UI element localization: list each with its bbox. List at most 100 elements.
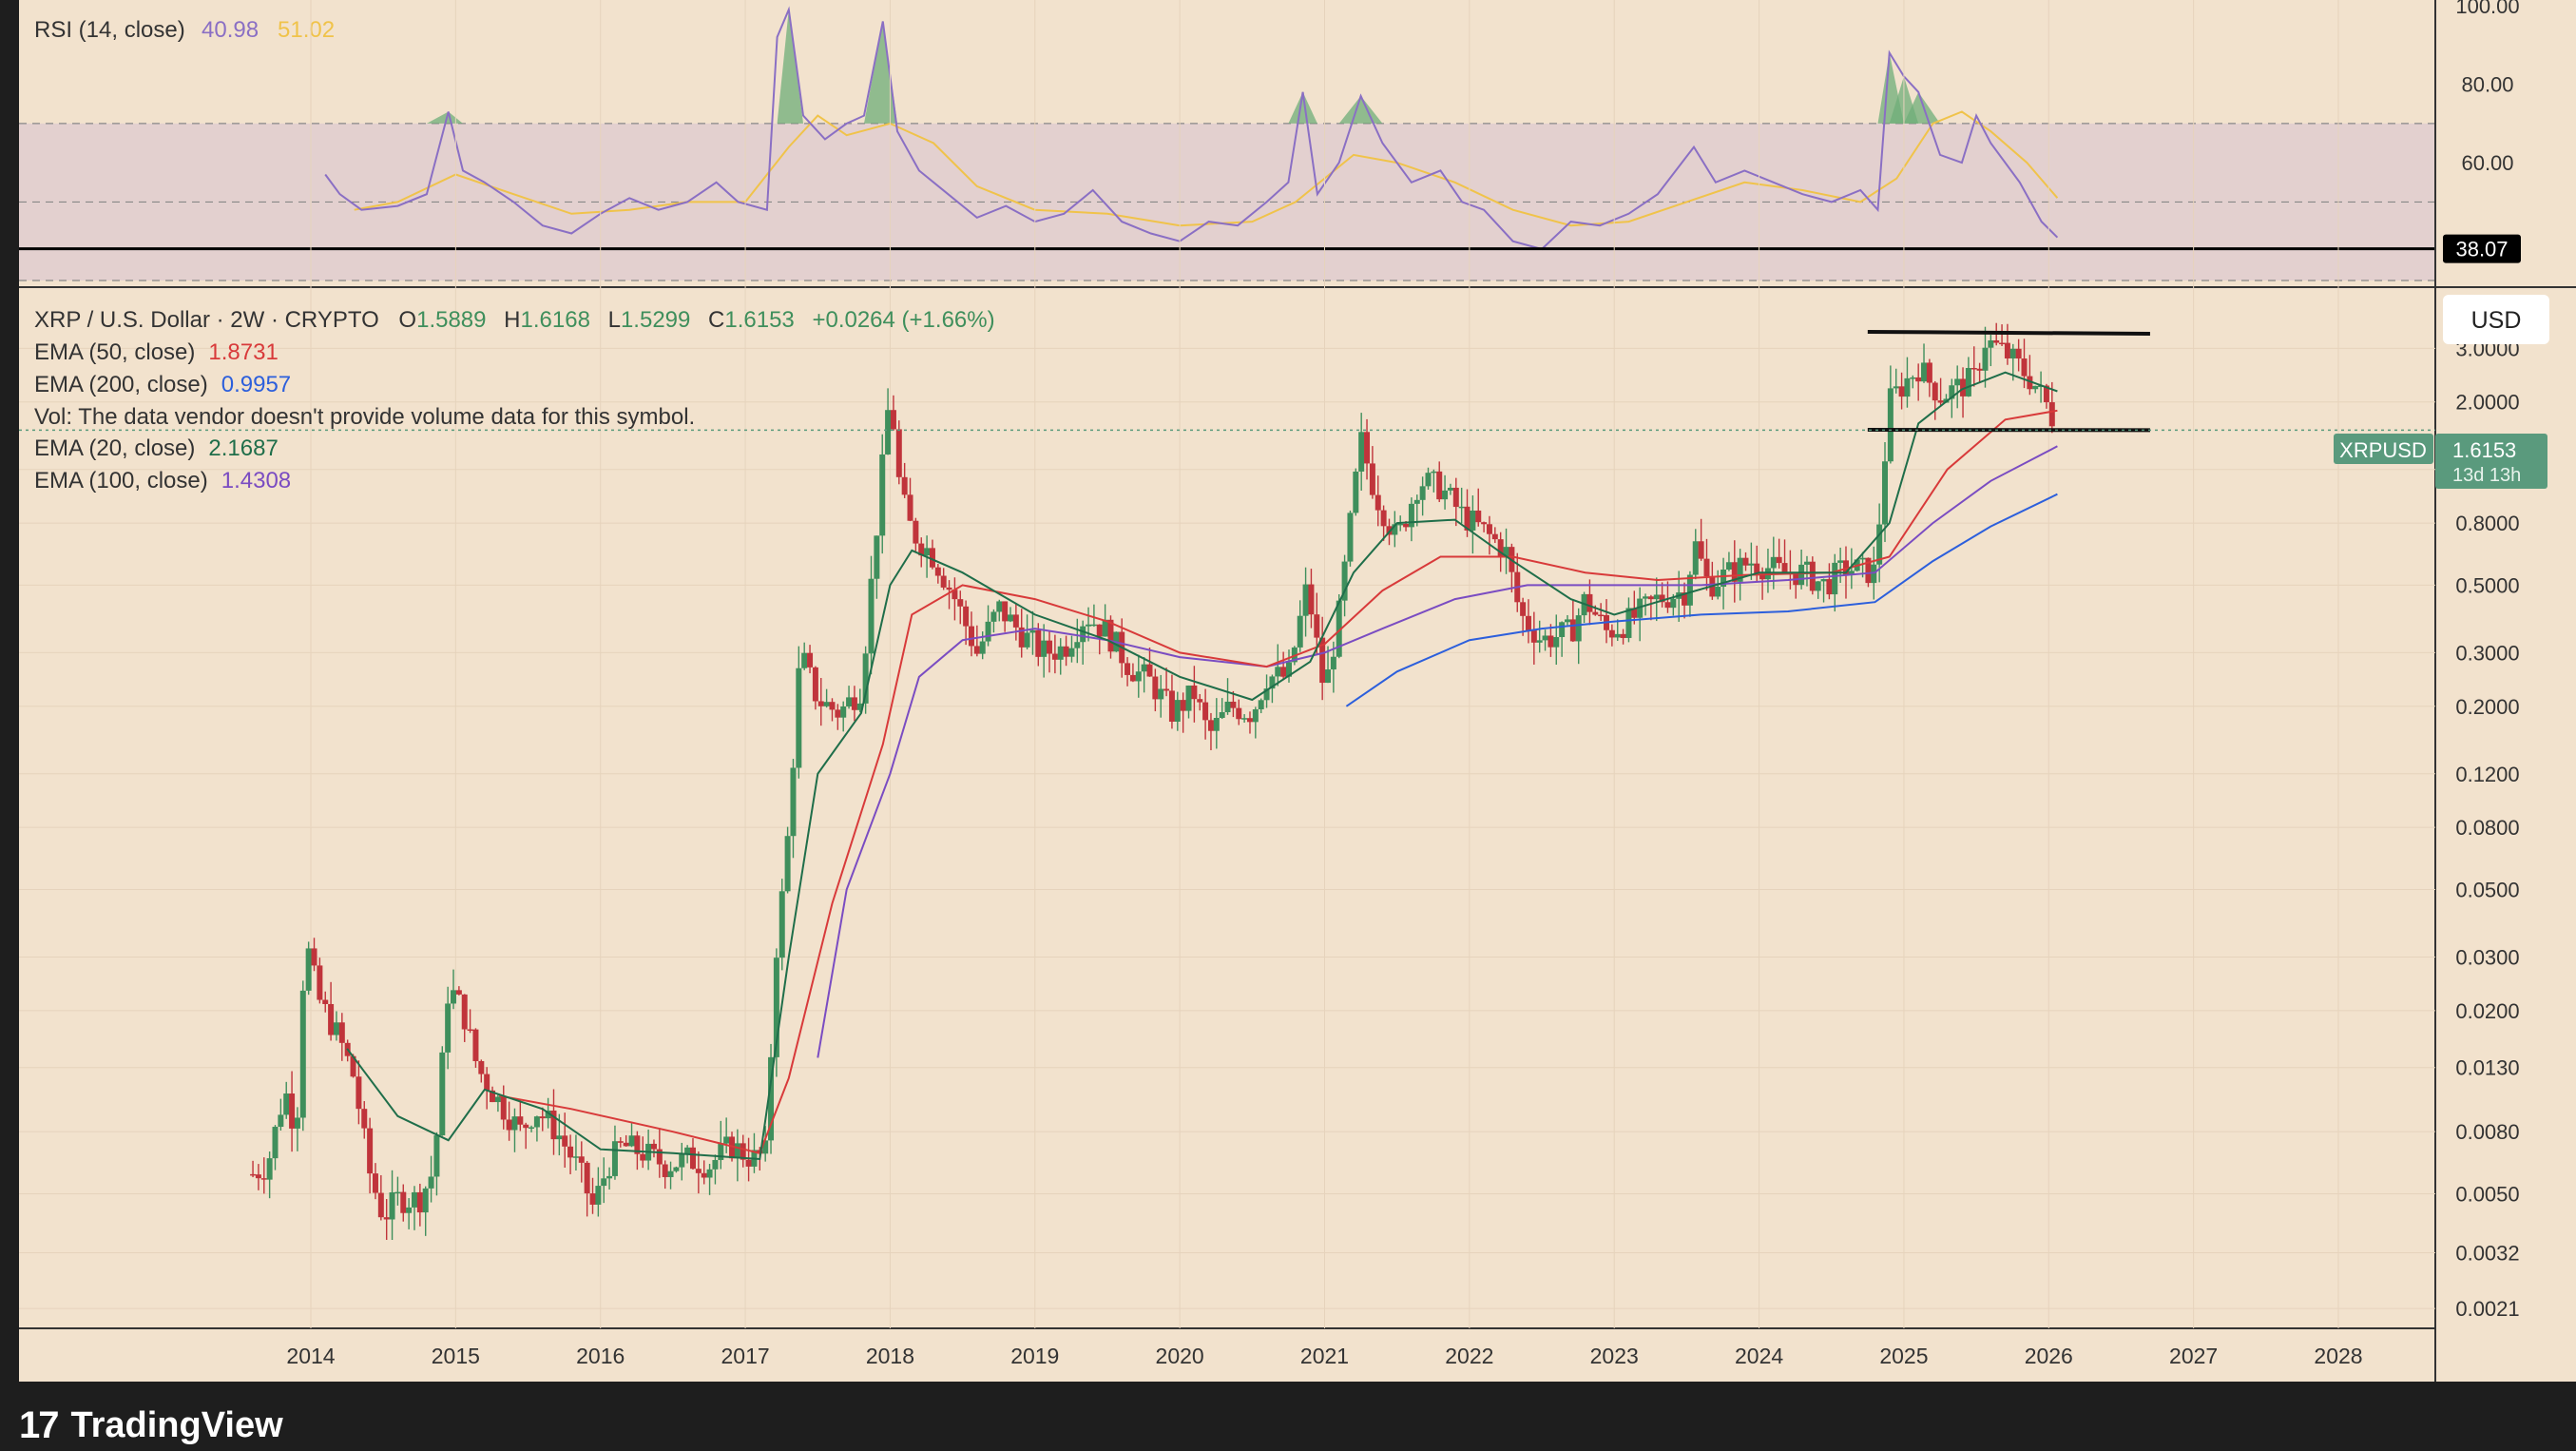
candle-up	[1448, 488, 1453, 491]
candle-up	[1559, 622, 1565, 637]
candle-up	[1358, 432, 1364, 472]
rsi-tick-label: 100.00	[2455, 0, 2519, 18]
candle-up	[707, 1170, 713, 1178]
candle-down	[1938, 400, 1944, 402]
candle-up	[595, 1186, 601, 1205]
candle-down	[835, 709, 840, 717]
candle-down	[1308, 585, 1314, 615]
candle-down	[913, 521, 918, 544]
currency-button[interactable]: USD	[2443, 295, 2549, 344]
candle-up	[1303, 585, 1309, 616]
candle-down	[384, 1217, 390, 1219]
candle-up	[390, 1192, 395, 1219]
candle-down	[1314, 614, 1319, 637]
candle-down	[1993, 340, 1999, 343]
candle-down	[957, 599, 963, 607]
candle-up	[295, 1117, 300, 1128]
candle-down	[1236, 708, 1241, 720]
candle-down	[651, 1144, 657, 1150]
price-tick-label: 0.0130	[2455, 1056, 2519, 1080]
candle-up	[495, 1097, 501, 1103]
candle-up	[1837, 560, 1843, 563]
candle-down	[818, 701, 824, 706]
candle-up	[885, 410, 891, 455]
candle-down	[562, 1135, 567, 1146]
candle-up	[1654, 594, 1660, 599]
candle-up	[1186, 686, 1192, 711]
candle-up	[1860, 558, 1866, 560]
time-tick-label: 2022	[1445, 1344, 1493, 1368]
candle-up	[735, 1143, 740, 1158]
candle-up	[1442, 491, 1448, 499]
legend-c-label: C	[708, 307, 724, 333]
candle-down	[312, 948, 317, 965]
candle-down	[896, 429, 902, 476]
candle-down	[941, 576, 947, 588]
candle-down	[1146, 665, 1152, 677]
candle-up	[1136, 671, 1142, 681]
candle-down	[1064, 647, 1069, 657]
candle-down	[1181, 700, 1186, 711]
candle-down	[1453, 488, 1459, 507]
candle-up	[394, 1192, 400, 1194]
candle-up	[1798, 565, 1804, 585]
candle-up	[1565, 619, 1570, 622]
candle-up	[278, 1114, 283, 1127]
resistance-line[interactable]	[1868, 332, 2150, 334]
candle-up	[1693, 541, 1699, 574]
candle-up	[529, 1127, 534, 1129]
legend-ema100: EMA (100, close)1.4308	[34, 468, 291, 493]
legend-open: 1.5889	[416, 307, 486, 333]
candle-up	[1537, 640, 1543, 642]
candle-down	[935, 568, 941, 576]
candle-down	[902, 477, 908, 495]
time-tick-label: 2014	[286, 1344, 335, 1368]
candle-down	[640, 1154, 645, 1161]
price-tick-label: 0.8000	[2455, 512, 2519, 535]
candle-down	[1826, 579, 1832, 594]
candle-down	[813, 667, 818, 702]
time-axis[interactable]: 2014201520162017201820192020202120222023…	[286, 1344, 2362, 1368]
candle-up	[1816, 581, 1821, 590]
candle-down	[579, 1156, 585, 1163]
candle-down	[507, 1119, 512, 1130]
candle-down	[1777, 557, 1782, 563]
time-tick-label: 2025	[1879, 1344, 1928, 1368]
time-tick-label: 2019	[1010, 1344, 1059, 1368]
tradingview-logo-icon[interactable]: 17	[19, 1404, 58, 1447]
legend-vol-note: Vol: The data vendor doesn't provide vol…	[34, 404, 695, 430]
candle-up	[1670, 599, 1676, 608]
candle-down	[1899, 386, 1905, 397]
candle-down	[1977, 369, 1983, 371]
candle-down	[1592, 612, 1598, 615]
candle-down	[1932, 383, 1938, 401]
legend-ema200: EMA (200, close)0.9957	[34, 372, 291, 397]
time-tick-label: 2027	[2169, 1344, 2218, 1368]
candle-up	[1091, 625, 1097, 627]
candle-up	[990, 611, 996, 621]
footer-brand[interactable]: TradingView	[71, 1405, 283, 1446]
rsi-tick-label: 60.00	[2461, 151, 2513, 175]
legend-o-label: O	[398, 307, 416, 333]
candle-up	[723, 1136, 729, 1143]
candle-down	[462, 995, 468, 1030]
candle-down	[1247, 718, 1253, 722]
legend-ema100-name: EMA (100, close)	[34, 468, 208, 493]
legend-high: 1.6168	[521, 307, 590, 333]
price-tick-label: 0.3000	[2455, 641, 2519, 665]
currency-button-label[interactable]: USD	[2471, 307, 2522, 334]
candle-down	[400, 1192, 406, 1213]
price-tick-label: 0.0300	[2455, 945, 2519, 969]
legend-close: 1.6153	[724, 307, 794, 333]
candle-down	[1436, 472, 1442, 499]
candle-up	[2032, 386, 2038, 389]
candle-down	[974, 646, 980, 653]
candle-down	[1743, 558, 1749, 566]
candle-up	[785, 836, 791, 891]
candle-up	[1748, 564, 1754, 566]
candle-down	[1230, 702, 1236, 708]
candle-up	[1347, 513, 1353, 561]
legend-row-1: XRP / U.S. Dollar · 2W · CRYPTO O1.5889 …	[34, 307, 995, 333]
candle-up	[283, 1093, 289, 1114]
candle-down	[378, 1193, 384, 1218]
